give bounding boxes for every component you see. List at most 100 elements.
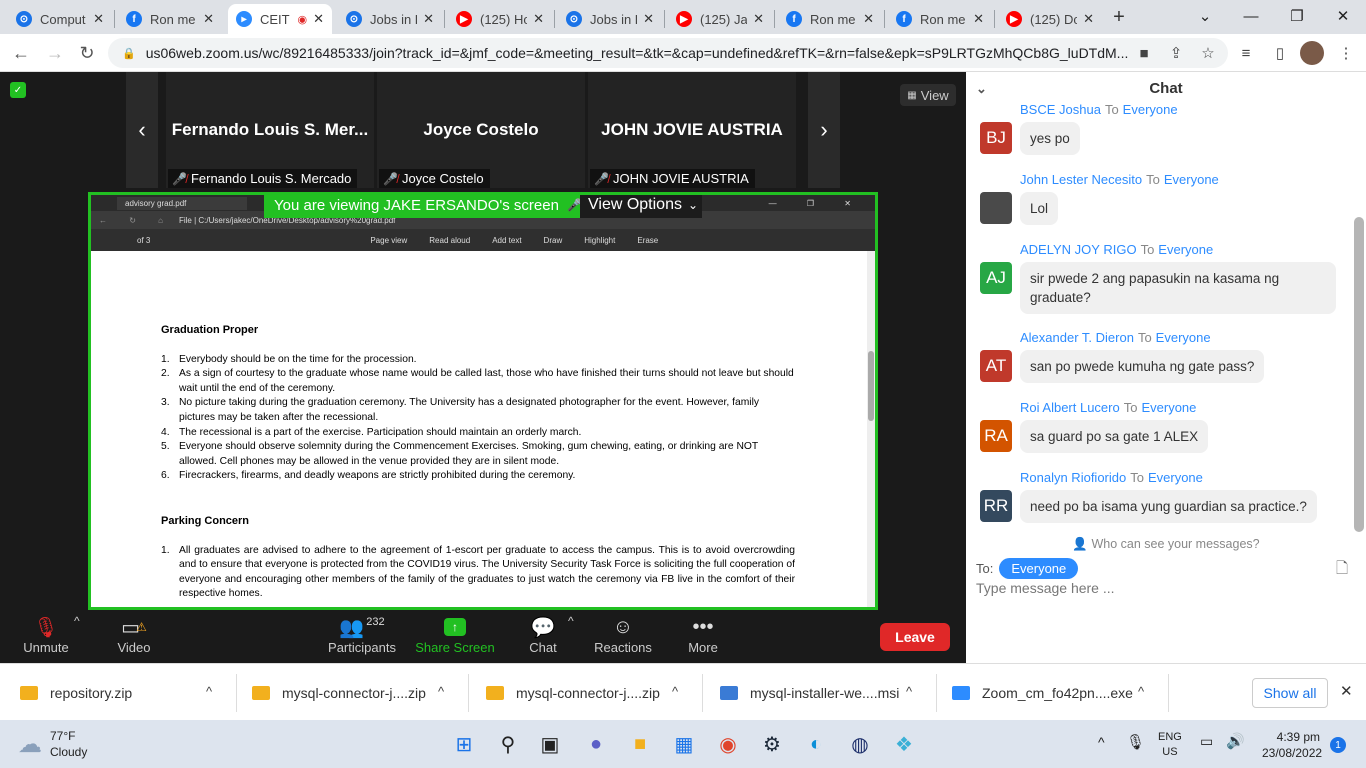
- side-panel-icon[interactable]: ▯: [1270, 43, 1290, 63]
- avatar[interactable]: RR: [980, 490, 1012, 522]
- participant-tile[interactable]: Fernando Louis S. Mer... 🎤̸ Fernando Louis…: [166, 72, 374, 188]
- close-tab-icon[interactable]: ✕: [973, 11, 984, 27]
- avatar[interactable]: BJ: [980, 122, 1012, 154]
- notification-badge[interactable]: 1: [1330, 737, 1346, 753]
- browser-tab[interactable]: f Ron me ✕: [888, 4, 992, 34]
- recipient-dropdown[interactable]: Everyone: [999, 558, 1079, 579]
- avatar[interactable]: AJ: [980, 262, 1012, 294]
- url-field[interactable]: 🔒 us06web.zoom.us/wc/89216485333/join?tr…: [108, 38, 1228, 68]
- browser-tab[interactable]: ▶ (125) Jav ✕: [668, 4, 772, 34]
- chevron-up-icon[interactable]: ^: [1138, 684, 1144, 699]
- browser-tab[interactable]: ⊙ Jobs in F ✕: [558, 4, 662, 34]
- language-indicator[interactable]: ENG US: [1158, 730, 1182, 760]
- teams-chat-icon[interactable]: ●: [580, 728, 612, 760]
- tab-search-icon[interactable]: ⌄: [1182, 0, 1228, 32]
- close-tab-icon[interactable]: ✕: [863, 11, 874, 27]
- chrome-taskbar-icon[interactable]: ◉: [712, 728, 744, 760]
- task-view-icon[interactable]: ▣: [534, 728, 566, 760]
- view-button[interactable]: ▦ View: [900, 84, 956, 106]
- leave-button[interactable]: Leave: [880, 623, 950, 651]
- close-tab-icon[interactable]: ✕: [643, 11, 654, 27]
- camera-blocked-icon[interactable]: ■: [1134, 43, 1154, 63]
- chat-sender[interactable]: John Lester Necesito: [1020, 172, 1142, 187]
- file-explorer-icon[interactable]: ■: [624, 728, 656, 760]
- chat-options-caret[interactable]: ^: [568, 614, 574, 628]
- more-button[interactable]: ••• More: [682, 614, 724, 656]
- reload-button[interactable]: ↻: [74, 40, 100, 66]
- volume-icon[interactable]: 🔊: [1226, 732, 1245, 750]
- back-button[interactable]: ←: [8, 40, 34, 66]
- new-tab-button[interactable]: +: [1108, 6, 1130, 28]
- share-screen-button[interactable]: ↑ Share Screen: [414, 614, 496, 655]
- close-tab-icon[interactable]: ✕: [423, 11, 434, 27]
- close-tab-icon[interactable]: ✕: [313, 11, 324, 27]
- avatar[interactable]: AT: [980, 350, 1012, 382]
- minimize-button[interactable]: —: [1228, 0, 1274, 32]
- close-tab-icon[interactable]: ✕: [203, 11, 214, 27]
- chevron-down-icon[interactable]: ⌄: [976, 72, 987, 106]
- chevron-up-icon[interactable]: ^: [906, 684, 912, 699]
- mic-tray-icon[interactable]: 🎙: [1126, 733, 1145, 751]
- browser-tab[interactable]: ▶ (125) Ho ✕: [448, 4, 552, 34]
- chat-sender[interactable]: ADELYN JOY RIGO: [1020, 242, 1137, 257]
- download-item[interactable]: mysql-connector-j....zip ^: [486, 664, 702, 721]
- search-icon[interactable]: ⚲: [492, 728, 524, 760]
- weather-widget[interactable]: ☁ 77°F Cloudy: [18, 728, 87, 760]
- chat-button[interactable]: 💬 Chat: [520, 614, 566, 656]
- browser-tab[interactable]: ▶ (125) Dc ✕: [998, 4, 1102, 34]
- clock[interactable]: 4:39 pm 23/08/2022: [1262, 729, 1322, 761]
- windows-start-icon[interactable]: ⊞: [448, 728, 480, 760]
- shield-icon[interactable]: ✓: [10, 82, 26, 98]
- participant-tile[interactable]: JOHN JOVIE AUSTRIA 🎤̸ JOHN JOVIE AUSTRIA: [588, 72, 796, 188]
- chevron-up-icon[interactable]: ^: [672, 684, 678, 699]
- close-downloads-icon[interactable]: ✕: [1340, 682, 1353, 700]
- next-participants-button[interactable]: ›: [808, 72, 840, 188]
- maps-app-icon[interactable]: ❖: [888, 728, 920, 760]
- pdf-scrollbar[interactable]: [867, 251, 875, 607]
- download-item[interactable]: repository.zip ^: [20, 664, 236, 721]
- browser-tab[interactable]: ⊙ Comput ✕: [8, 4, 112, 34]
- reactions-button[interactable]: ☺ Reactions: [592, 614, 654, 656]
- avatar-photo[interactable]: [980, 192, 1012, 224]
- bookmark-star-icon[interactable]: ☆: [1198, 43, 1218, 63]
- chat-sender[interactable]: Roi Albert Lucero: [1020, 400, 1120, 415]
- video-button[interactable]: ▭ ⚠ Video: [108, 614, 160, 656]
- close-tab-icon[interactable]: ✕: [93, 11, 104, 27]
- microsoft-store-icon[interactable]: ▦: [668, 728, 700, 760]
- avatar[interactable]: RA: [980, 420, 1012, 452]
- browser-tab[interactable]: f Ron me ✕: [778, 4, 882, 34]
- profile-avatar[interactable]: [1300, 41, 1324, 65]
- reading-list-icon[interactable]: ≡: [1236, 43, 1256, 63]
- chevron-up-icon[interactable]: ^: [206, 684, 212, 699]
- tray-overflow-icon[interactable]: ^: [1098, 734, 1105, 750]
- network-icon[interactable]: ▭: [1200, 733, 1213, 750]
- download-item[interactable]: mysql-connector-j....zip ^: [252, 664, 468, 721]
- browser-tab[interactable]: ▸ CEIT ◉ ✕: [228, 4, 332, 34]
- file-attach-icon[interactable]: 🗋: [1336, 558, 1348, 583]
- download-item[interactable]: mysql-installer-we....msi ^: [720, 664, 936, 721]
- network-app-icon[interactable]: ◍: [844, 728, 876, 760]
- browser-tab[interactable]: f Ron me ✕: [118, 4, 222, 34]
- chat-message-input[interactable]: Type message here ...: [976, 580, 1115, 596]
- browser-tab[interactable]: ⊙ Jobs in F ✕: [338, 4, 442, 34]
- close-tab-icon[interactable]: ✕: [753, 11, 764, 27]
- edge-icon[interactable]: ◐: [800, 728, 832, 760]
- chat-sender[interactable]: Ronalyn Riofiorido: [1020, 470, 1126, 485]
- chevron-up-icon[interactable]: ^: [438, 684, 444, 699]
- forward-button[interactable]: →: [42, 40, 68, 66]
- who-can-see-link[interactable]: 👤 Who can see your messages?: [966, 537, 1366, 552]
- steam-icon[interactable]: ⚙: [756, 728, 788, 760]
- chat-sender[interactable]: BSCE Joshua: [1020, 102, 1101, 117]
- restore-button[interactable]: ❐: [1274, 0, 1320, 32]
- chat-sender[interactable]: Alexander T. Dieron: [1020, 330, 1134, 345]
- audio-options-caret[interactable]: ^: [74, 614, 80, 628]
- close-window-button[interactable]: ✕: [1320, 0, 1366, 32]
- view-options-button[interactable]: View Options ⌄: [580, 195, 702, 218]
- close-tab-icon[interactable]: ✕: [533, 11, 544, 27]
- unmute-button[interactable]: 🎙 Unmute: [20, 614, 72, 656]
- chat-scrollbar[interactable]: [1354, 217, 1364, 532]
- close-tab-icon[interactable]: ✕: [1083, 11, 1094, 27]
- download-item[interactable]: Zoom_cm_fo42pn....exe ^: [952, 664, 1168, 721]
- menu-kebab-icon[interactable]: ⋮: [1336, 43, 1356, 63]
- participants-button[interactable]: 👥 232 Participants: [326, 614, 398, 655]
